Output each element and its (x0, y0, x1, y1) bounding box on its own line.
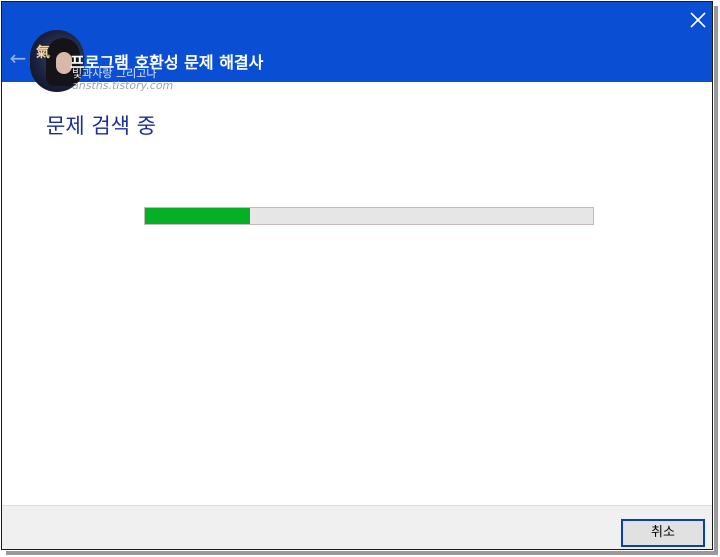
cancel-button[interactable]: 취소 (621, 519, 705, 547)
troubleshooter-window: ← 氣 프로그램 호환성 문제 해결사 빛과사랑 그리고나 ansths.tis… (1, 1, 713, 550)
title-bar: ← 氣 프로그램 호환성 문제 해결사 빛과사랑 그리고나 (2, 2, 712, 92)
watermark-url: ansths.tistory.com (72, 79, 174, 92)
close-icon[interactable] (688, 10, 708, 30)
page-heading: 문제 검색 중 (46, 114, 156, 138)
watermark-logo: 氣 (36, 45, 50, 61)
window-shadow-right (714, 6, 718, 552)
progress-fill (145, 208, 250, 224)
footer: 취소 (2, 505, 712, 549)
window-shadow-bottom (6, 551, 718, 555)
back-arrow-icon[interactable]: ← (6, 46, 30, 70)
progress-bar (144, 207, 594, 225)
